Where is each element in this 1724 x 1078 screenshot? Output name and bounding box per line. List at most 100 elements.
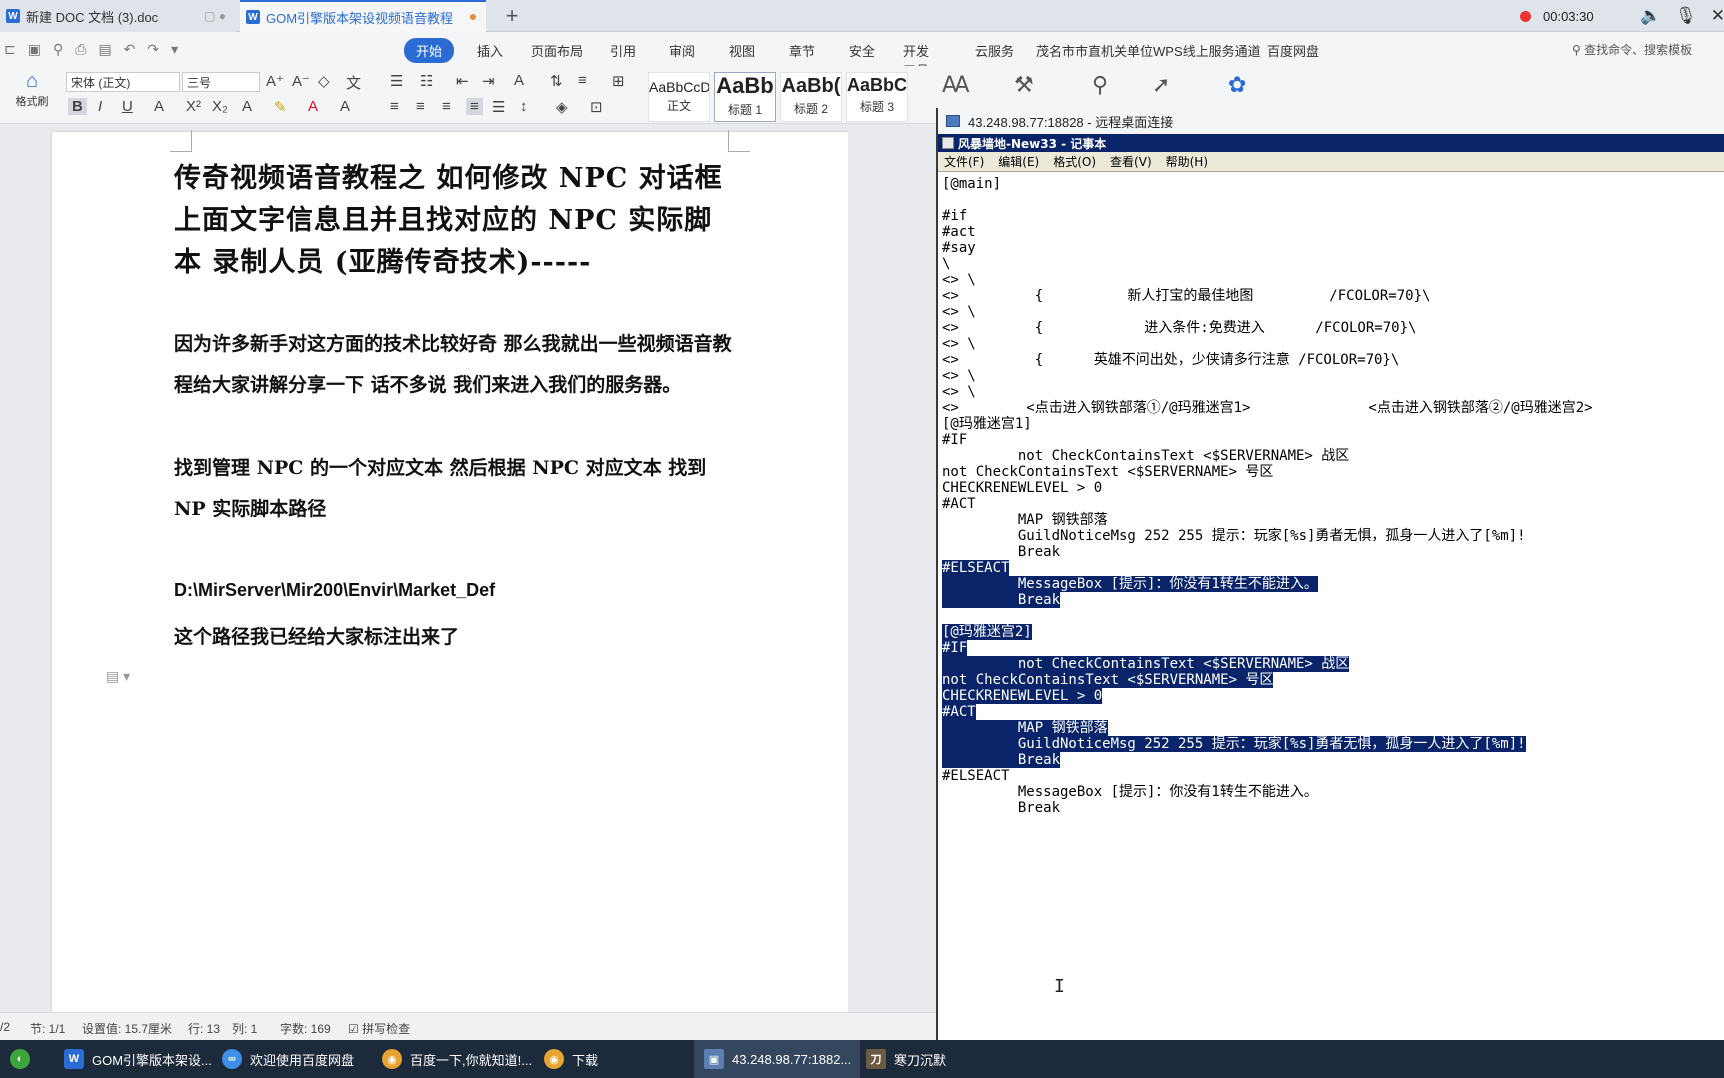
chinese-layout-icon[interactable]: A [514,72,524,89]
code-line[interactable]: #ACT [942,496,976,512]
taskbar-item-browser[interactable]: ◉ 百度一下,你就知道!... [382,1040,532,1078]
code-line[interactable]: #if [942,208,967,224]
code-line[interactable]: <> \ [942,368,976,384]
code-line[interactable]: not CheckContainsText <$SERVERNAME> 战区 [942,656,1350,672]
code-line[interactable]: #IF [942,640,968,656]
decrease-indent-icon[interactable]: ⇤ [456,72,469,90]
code-line[interactable]: <> { 新人打宝的最佳地图 /FCOLOR=70}\ [942,288,1430,304]
code-line[interactable]: #act [942,224,976,240]
code-line[interactable]: #ACT [942,704,976,720]
document-path-note[interactable]: 这个路径我已经给大家标注出来了 [174,622,459,649]
select-icon[interactable]: ➚ [1152,72,1170,98]
document-paragraph-2[interactable]: 找到管理 NPC 的一个对应文本 然后根据 NPC 对应文本 找到 NP 实际脚… [174,448,734,530]
code-line[interactable]: #say [942,240,976,256]
microphone-icon[interactable]: 🎙 [1675,6,1697,26]
wrench-icon[interactable]: ⚒ [1014,72,1034,98]
code-line[interactable]: <> \ [942,272,976,288]
notepad-title-bar[interactable]: 风暴墙地-New33 - 记事本 [938,134,1724,152]
style-heading-3[interactable]: AaBbC 标题 3 [846,72,908,122]
customize-icon[interactable]: ▾ [171,41,178,58]
menu-cloud[interactable]: 云服务 [975,41,1014,60]
code-line[interactable]: #IF [942,432,967,448]
font-size-select[interactable]: 三号 [182,72,260,92]
undo-icon[interactable]: ↶ [124,41,136,58]
paragraph-options-icon[interactable]: ▤ ▾ [106,668,130,685]
open-icon[interactable]: ⊏ [4,41,16,58]
code-line[interactable]: [@玛雅迷宫2] [942,624,1032,640]
code-line[interactable]: Break [942,800,1060,816]
superscript-icon[interactable]: X² [186,98,201,115]
code-line[interactable]: <> \ [942,336,976,352]
notepad-menu-format[interactable]: 格式(O) [1053,153,1096,170]
code-line[interactable]: MessageBox [提示]：你没有1转生不能进入。 [942,576,1318,592]
menu-security[interactable]: 安全 [849,41,875,60]
text-effect-icon[interactable]: A [242,98,252,115]
code-line[interactable]: #ELSEACT [942,768,1009,784]
search-doc-icon[interactable]: ⚲ [53,41,63,58]
notepad-menu-view[interactable]: 查看(V) [1110,153,1152,170]
redo-icon[interactable]: ↷ [147,41,159,58]
grow-font-icon[interactable]: A⁺ [266,72,284,90]
border-icon[interactable]: ⊡ [590,98,603,116]
style-normal[interactable]: AaBbCcDd 正文 [648,72,710,122]
text-tool-icon[interactable]: Ꜳ [942,72,970,98]
highlight-icon[interactable]: ✎ [274,98,287,116]
code-line[interactable]: not CheckContainsText <$SERVERNAME> 战区 [942,448,1349,464]
phonetic-icon[interactable]: 文 [346,72,361,93]
code-line[interactable]: Break [942,592,1061,608]
code-line[interactable]: CHECKRENEWLEVEL > 0 [942,688,1103,704]
menu-insert[interactable]: 插入 [477,41,503,60]
code-line[interactable]: \ [942,256,950,272]
code-line[interactable]: [@玛雅迷宫1] [942,416,1032,432]
taskbar-item-wps[interactable]: W GOM引擎版本架设... [64,1040,212,1078]
code-line[interactable]: [@main] [942,176,1001,192]
align-right-icon[interactable]: ≡ [442,98,451,115]
code-line[interactable]: <> \ [942,384,976,400]
code-line[interactable]: <> \ [942,304,976,320]
notepad-menu-help[interactable]: 帮助(H) [1166,153,1208,170]
code-line[interactable]: CHECKRENEWLEVEL > 0 [942,480,1102,496]
code-line[interactable]: <> { 英雄不问出处，少侠请多行注意 /FCOLOR=70}\ [942,352,1399,368]
align-left-icon[interactable]: ≡ [390,98,399,115]
line-spacing-icon[interactable]: ↕ [520,98,528,115]
status-word-count[interactable]: 字数: 169 [280,1020,331,1037]
tab-close-icon[interactable]: ▢ ● [204,9,226,23]
preview-icon[interactable]: ▤ [98,41,111,58]
menu-page-layout[interactable]: 页面布局 [531,41,583,60]
taskbar-item-game[interactable]: 刀 寒刀沉默 [866,1040,946,1078]
menu-review[interactable]: 审阅 [669,41,695,60]
increase-indent-icon[interactable]: ⇥ [482,72,495,90]
sort-icon[interactable]: ⇅ [550,72,563,90]
format-brush-button[interactable]: ⌂ 格式刷 [8,70,56,109]
code-line[interactable]: <> <点击进入钢铁部落①/@玛雅迷宫1> <点击进入钢铁部落②/@玛雅迷宫2> [942,400,1593,416]
code-line[interactable]: MAP 钢铁部落 [942,512,1108,528]
align-center-icon[interactable]: ≡ [416,98,425,115]
clear-format-icon[interactable]: ◇ [318,72,330,90]
cloud-icon[interactable]: ✿ [1228,72,1246,98]
code-line[interactable]: GuildNoticeMsg 252 255 提示：玩家[%s]勇者无惧，孤身一… [942,736,1526,752]
menu-view[interactable]: 视图 [729,41,755,60]
doc-tab-new-doc[interactable]: W 新建 DOC 文档 (3).doc ▢ ● [0,0,236,32]
code-line[interactable]: Break [942,752,1061,768]
speaker-icon[interactable]: 🔈 [1640,6,1661,26]
code-line[interactable]: GuildNoticeMsg 252 255 提示：玩家[%s]勇者无惧，孤身一… [942,528,1526,544]
font-name-select[interactable]: 宋体 (正文) [66,72,180,92]
document-paragraph-1[interactable]: 因为许多新手对这方面的技术比较好奇 那么我就出一些视频语音教程给大家讲解分享一下… [174,324,734,406]
code-line[interactable]: MessageBox [提示]：你没有1转生不能进入。 [942,784,1318,800]
record-icon[interactable] [1520,10,1531,22]
menu-start[interactable]: 开始 [404,38,455,63]
remote-desktop-window[interactable]: 43.248.98.77:18828 - 远程桌面连接 风暴墙地-New33 -… [936,108,1724,1040]
subscript-icon[interactable]: X₂ [212,98,228,115]
shading-icon[interactable]: ◈ [556,98,568,116]
find-icon[interactable]: ⚲ [1092,72,1108,98]
shrink-font-icon[interactable]: A⁻ [292,72,310,90]
status-page[interactable]: /2 [0,1020,10,1034]
italic-icon[interactable]: I [98,98,102,115]
notepad-text-area[interactable]: [@main] #if #act #say \ <> \ <> { 新人打宝的最佳地图 /F… [940,174,1724,1040]
code-line[interactable]: <> { 进入条件:免费进入 /FCOLOR=70}\ [942,320,1416,336]
distribute-icon[interactable]: ☰ [492,98,505,116]
table-icon[interactable]: ⊞ [612,72,625,90]
menu-chapter[interactable]: 章节 [789,41,815,60]
bold-icon[interactable]: B [68,98,87,115]
underline-icon[interactable]: U [122,98,133,115]
